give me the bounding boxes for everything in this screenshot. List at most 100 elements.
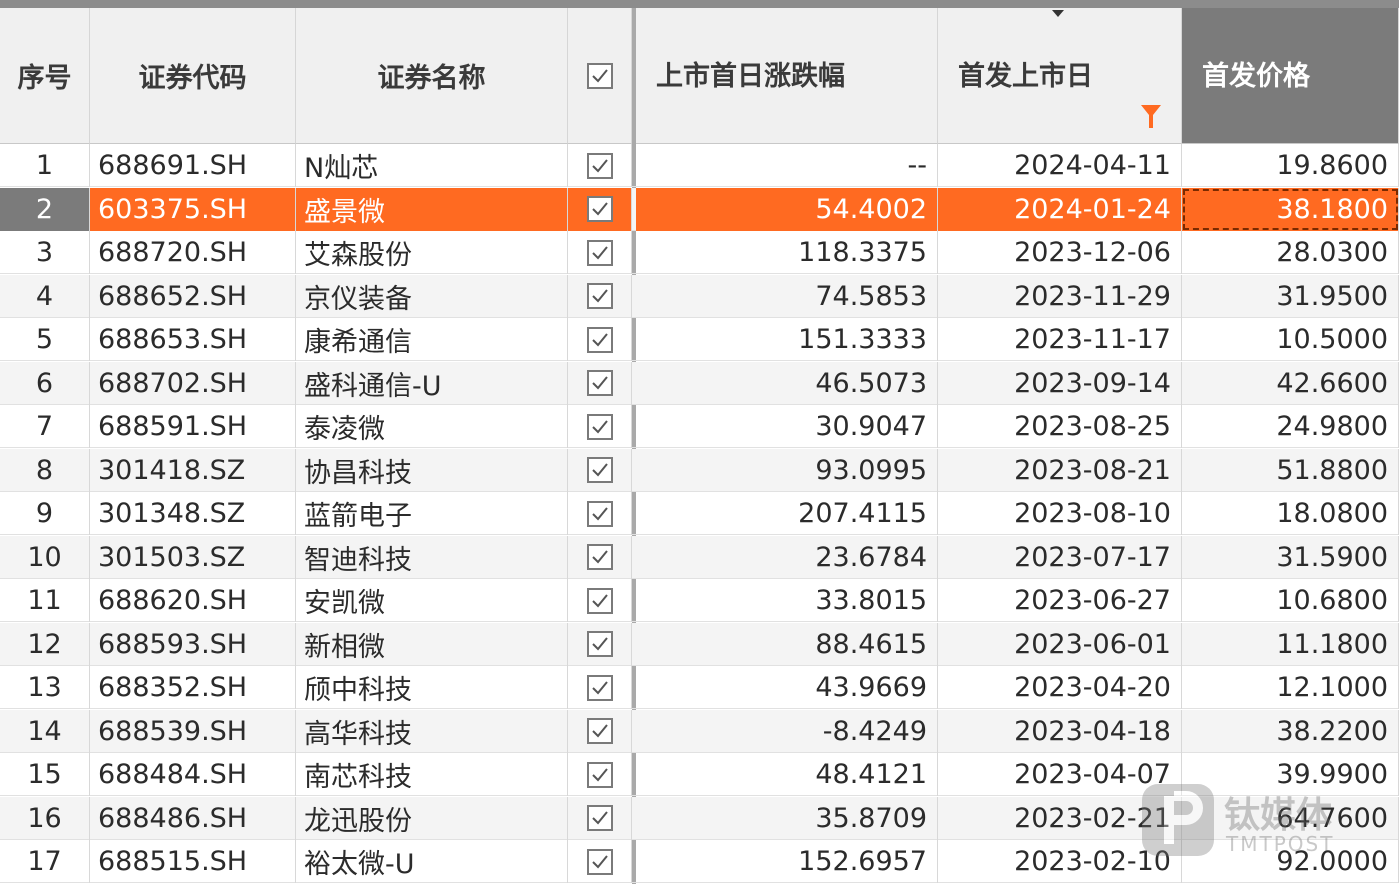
cell-chg[interactable]: 33.8015 xyxy=(636,579,938,622)
cell-price[interactable]: 38.2200 xyxy=(1182,709,1399,753)
cell-chg[interactable]: 48.4121 xyxy=(636,753,938,796)
table-row[interactable]: 11 688620.SH 安凯微 33.8015 2023-06-27 10.6800 xyxy=(0,579,1399,622)
cell-code[interactable]: 688620.SH xyxy=(90,579,296,622)
cell-chg[interactable]: 74.5853 xyxy=(636,274,938,318)
table-row[interactable]: 2 603375.SH 盛景微 54.4002 2024-01-24 38.1800 xyxy=(0,187,1399,231)
cell-price[interactable]: 92.0000 xyxy=(1182,840,1399,883)
cell-idx[interactable]: 15 xyxy=(0,753,90,796)
cell-name[interactable]: 协昌科技 xyxy=(296,448,568,492)
header-name[interactable]: 证券名称 xyxy=(296,8,568,144)
cell-price[interactable]: 31.5900 xyxy=(1182,535,1399,579)
cell-check[interactable] xyxy=(568,666,632,709)
cell-price[interactable]: 28.0300 xyxy=(1182,231,1399,274)
cell-price[interactable]: 64.7600 xyxy=(1182,796,1399,840)
table-row[interactable]: 16 688486.SH 龙迅股份 35.8709 2023-02-21 64.7600 xyxy=(0,796,1399,840)
header-select-all[interactable] xyxy=(568,8,632,144)
cell-date[interactable]: 2023-04-07 xyxy=(938,753,1182,796)
cell-name[interactable]: 安凯微 xyxy=(296,579,568,622)
row-checkbox[interactable] xyxy=(586,848,613,875)
cell-date[interactable]: 2023-07-17 xyxy=(938,535,1182,579)
cell-price[interactable]: 10.6800 xyxy=(1182,579,1399,622)
cell-idx[interactable]: 4 xyxy=(0,274,90,318)
cell-code[interactable]: 301418.SZ xyxy=(90,448,296,492)
table-row[interactable]: 13 688352.SH 颀中科技 43.9669 2023-04-20 12.1000 xyxy=(0,666,1399,709)
cell-check[interactable] xyxy=(568,187,632,231)
cell-name[interactable]: 高华科技 xyxy=(296,709,568,753)
cell-idx[interactable]: 3 xyxy=(0,231,90,274)
cell-name[interactable]: 盛景微 xyxy=(296,187,568,231)
select-all-checkbox[interactable] xyxy=(586,62,613,89)
cell-idx[interactable]: 1 xyxy=(0,144,90,187)
row-checkbox[interactable] xyxy=(586,544,613,570)
cell-name[interactable]: 艾森股份 xyxy=(296,231,568,274)
cell-code[interactable]: 688691.SH xyxy=(90,144,296,187)
cell-idx[interactable]: 14 xyxy=(0,709,90,753)
cell-name[interactable]: 龙迅股份 xyxy=(296,796,568,840)
cell-name[interactable]: 新相微 xyxy=(296,622,568,666)
cell-price[interactable]: 11.1800 xyxy=(1182,622,1399,666)
cell-price[interactable]: 38.1800 xyxy=(1182,187,1399,231)
cell-check[interactable] xyxy=(568,144,632,187)
cell-date[interactable]: 2023-06-01 xyxy=(938,622,1182,666)
table-row[interactable]: 1 688691.SH N灿芯 -- 2024-04-11 19.8600 xyxy=(0,144,1399,187)
row-checkbox[interactable] xyxy=(586,283,613,309)
cell-chg[interactable]: -- xyxy=(636,144,938,187)
cell-idx[interactable]: 9 xyxy=(0,492,90,535)
cell-date[interactable]: 2023-11-29 xyxy=(938,274,1182,318)
table-row[interactable]: 7 688591.SH 泰凌微 30.9047 2023-08-25 24.9800 xyxy=(0,405,1399,448)
cell-idx[interactable]: 6 xyxy=(0,361,90,405)
cell-chg[interactable]: 152.6957 xyxy=(636,840,938,883)
cell-idx[interactable]: 2 xyxy=(0,187,90,231)
cell-price[interactable]: 19.8600 xyxy=(1182,144,1399,187)
cell-idx[interactable]: 10 xyxy=(0,535,90,579)
cell-chg[interactable]: 93.0995 xyxy=(636,448,938,492)
cell-price[interactable]: 12.1000 xyxy=(1182,666,1399,709)
cell-check[interactable] xyxy=(568,753,632,796)
cell-date[interactable]: 2023-06-27 xyxy=(938,579,1182,622)
cell-code[interactable]: 688484.SH xyxy=(90,753,296,796)
cell-price[interactable]: 24.9800 xyxy=(1182,405,1399,448)
row-checkbox[interactable] xyxy=(586,457,613,483)
table-row[interactable]: 4 688652.SH 京仪装备 74.5853 2023-11-29 31.9500 xyxy=(0,274,1399,318)
cell-code[interactable]: 688652.SH xyxy=(90,274,296,318)
table-row[interactable]: 3 688720.SH 艾森股份 118.3375 2023-12-06 28.0300 xyxy=(0,231,1399,274)
cell-idx[interactable]: 5 xyxy=(0,318,90,361)
cell-idx[interactable]: 8 xyxy=(0,448,90,492)
table-row[interactable]: 8 301418.SZ 协昌科技 93.0995 2023-08-21 51.8800 xyxy=(0,448,1399,492)
cell-price[interactable]: 51.8800 xyxy=(1182,448,1399,492)
cell-date[interactable]: 2023-02-21 xyxy=(938,796,1182,840)
row-checkbox[interactable] xyxy=(586,413,613,440)
cell-chg[interactable]: 207.4115 xyxy=(636,492,938,535)
cell-name[interactable]: 蓝箭电子 xyxy=(296,492,568,535)
row-checkbox[interactable] xyxy=(586,805,613,831)
cell-check[interactable] xyxy=(568,579,632,622)
cell-date[interactable]: 2023-04-18 xyxy=(938,709,1182,753)
cell-check[interactable] xyxy=(568,274,632,318)
cell-idx[interactable]: 17 xyxy=(0,840,90,883)
table-row[interactable]: 5 688653.SH 康希通信 151.3333 2023-11-17 10.5000 xyxy=(0,318,1399,361)
table-row[interactable]: 9 301348.SZ 蓝箭电子 207.4115 2023-08-10 18.0800 xyxy=(0,492,1399,535)
cell-chg[interactable]: 46.5073 xyxy=(636,361,938,405)
cell-price[interactable]: 42.6600 xyxy=(1182,361,1399,405)
table-row[interactable]: 6 688702.SH 盛科通信-U 46.5073 2023-09-14 42.6600 xyxy=(0,361,1399,405)
cell-date[interactable]: 2023-11-17 xyxy=(938,318,1182,361)
cell-code[interactable]: 688539.SH xyxy=(90,709,296,753)
row-checkbox[interactable] xyxy=(586,196,613,222)
cell-name[interactable]: 颀中科技 xyxy=(296,666,568,709)
cell-name[interactable]: 泰凌微 xyxy=(296,405,568,448)
cell-check[interactable] xyxy=(568,492,632,535)
cell-idx[interactable]: 16 xyxy=(0,796,90,840)
cell-code[interactable]: 688720.SH xyxy=(90,231,296,274)
header-idx[interactable]: 序号 xyxy=(0,8,90,144)
cell-chg[interactable]: 35.8709 xyxy=(636,796,938,840)
cell-name[interactable]: 南芯科技 xyxy=(296,753,568,796)
cell-idx[interactable]: 12 xyxy=(0,622,90,666)
row-checkbox[interactable] xyxy=(586,718,613,744)
cell-date[interactable]: 2023-04-20 xyxy=(938,666,1182,709)
cell-check[interactable] xyxy=(568,405,632,448)
cell-check[interactable] xyxy=(568,796,632,840)
row-checkbox[interactable] xyxy=(586,631,613,657)
cell-code[interactable]: 688653.SH xyxy=(90,318,296,361)
row-checkbox[interactable] xyxy=(586,587,613,614)
cell-name[interactable]: N灿芯 xyxy=(296,144,568,187)
